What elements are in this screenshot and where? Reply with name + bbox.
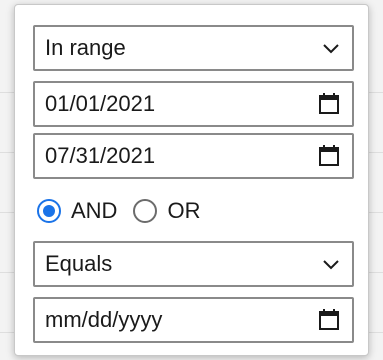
join-operator-group: AND OR [37,193,216,229]
and-radio[interactable] [37,199,61,223]
radio-selected-dot [43,205,55,217]
operator-select-2[interactable]: Equals [33,241,354,287]
operator-select-1[interactable]: In range [33,25,354,71]
date-to-value: 07/31/2021 [45,143,156,168]
calendar-icon[interactable] [318,309,340,331]
or-label[interactable]: OR [167,198,200,224]
operator-select-1-value: In range [45,35,126,60]
or-radio[interactable] [133,199,158,223]
and-label[interactable]: AND [71,198,117,224]
date-to-input[interactable]: 07/31/2021 [33,133,354,179]
chevron-down-icon [323,44,339,54]
date-from-input[interactable]: 01/01/2021 [33,81,354,127]
date-value-input[interactable]: mm/dd/yyyy [33,297,354,343]
date-filter-panel: In range 01/01/2021 07/31/2021 AND OR Eq… [14,4,369,356]
date-from-value: 01/01/2021 [45,91,156,116]
calendar-icon[interactable] [318,145,340,167]
date-placeholder: mm/dd/yyyy [45,307,163,332]
operator-select-2-value: Equals [45,251,113,276]
chevron-down-icon [323,260,339,270]
calendar-icon[interactable] [318,93,340,115]
